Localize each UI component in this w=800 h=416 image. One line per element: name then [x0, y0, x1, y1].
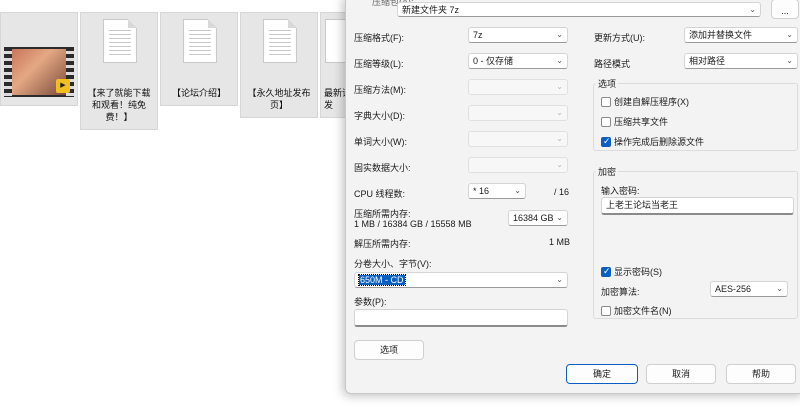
file-item-doc[interactable]: 【论坛介绍】 [160, 12, 238, 106]
chevron-down-icon: ⌄ [556, 160, 563, 169]
chevron-down-icon: ⌄ [556, 56, 563, 65]
level-label: 压缩等级(L): [354, 59, 404, 69]
chevron-down-icon: ⌄ [786, 56, 793, 65]
encrypt-names-checkbox-row[interactable]: 加密文件名(N) [601, 304, 672, 317]
solid-label: 固实数据大小: [354, 163, 411, 173]
solid-combo[interactable]: ⌄ [468, 157, 568, 173]
archive-name-combo[interactable]: 新建文件夹 7z ⌄ [397, 2, 761, 17]
params-input[interactable] [354, 309, 568, 327]
word-label: 单词大小(W): [354, 137, 407, 147]
add-to-archive-dialog: 压缩包(A): 新建文件夹 7z ⌄ ... 压缩格式(F): 7z ⌄ 压缩等级… [345, 0, 800, 394]
chevron-down-icon: ⌄ [556, 213, 563, 222]
help-button[interactable]: 帮助 [726, 364, 796, 384]
password-input[interactable]: 上老王论坛当老王 [601, 197, 794, 215]
file-item-doc[interactable]: 【永久地址发布页】 [240, 12, 318, 118]
sfx-checkbox[interactable] [601, 96, 611, 107]
encryption-method-label: 加密算法: [601, 287, 640, 297]
file-item-doc[interactable]: 【来了就能下载和观看！纯免费！】 [80, 12, 158, 130]
update-mode-combo[interactable]: 添加并替换文件 ⌄ [684, 27, 798, 43]
chevron-down-icon: ⌄ [556, 82, 563, 91]
path-mode-label: 路径模式 [594, 59, 631, 69]
dict-combo[interactable]: ⌄ [468, 105, 568, 121]
shared-files-checkbox-row[interactable]: 压缩共享文件 [601, 115, 668, 128]
split-size-combo[interactable]: 650M - CD ⌄ [354, 272, 568, 288]
browse-button[interactable]: ... [771, 0, 799, 19]
update-label: 更新方式(U): [594, 33, 645, 43]
encryption-method-combo[interactable]: AES-256 ⌄ [710, 281, 788, 297]
chevron-down-icon: ⌄ [749, 5, 756, 14]
folder-badge-icon: ▶ [56, 79, 70, 93]
split-label: 分卷大小、字节(V): [354, 259, 432, 269]
chevron-down-icon: ⌄ [556, 134, 563, 143]
delete-source-checkbox-row[interactable]: 操作完成后删除源文件 [601, 135, 704, 148]
options-group-title: 选项 [596, 77, 619, 90]
method-combo[interactable]: ⌄ [468, 79, 568, 95]
level-combo[interactable]: 0 - 仅存储 ⌄ [468, 53, 568, 69]
show-password-checkbox[interactable] [601, 266, 611, 277]
delete-source-checkbox[interactable] [601, 136, 611, 147]
video-thumbnail: ▶ [1, 13, 79, 97]
sfx-checkbox-row[interactable]: 创建自解压程序(X) [601, 95, 689, 108]
document-icon [183, 19, 217, 63]
options-button[interactable]: 选项 [354, 340, 424, 360]
video-icon: ▶ [4, 47, 74, 97]
mem-compress-detail: 1 MB / 16384 GB / 15558 MB [354, 219, 472, 229]
format-combo[interactable]: 7z ⌄ [468, 27, 568, 43]
method-label: 压缩方法(M): [354, 85, 406, 95]
word-combo[interactable]: ⌄ [468, 131, 568, 147]
cancel-button[interactable]: 取消 [646, 364, 716, 384]
chevron-down-icon: ⌄ [556, 30, 563, 39]
file-name: 【来了就能下载和观看！纯免费！】 [87, 88, 151, 122]
chevron-down-icon: ⌄ [776, 284, 783, 293]
chevron-down-icon: ⌄ [556, 108, 563, 117]
encrypt-names-checkbox[interactable] [601, 305, 611, 316]
format-label: 压缩格式(F): [354, 33, 404, 43]
cpu-threads-combo[interactable]: * 16 ⌄ [468, 183, 526, 199]
ok-button[interactable]: 确定 [566, 364, 638, 384]
path-mode-combo[interactable]: 相对路径 ⌄ [684, 53, 798, 69]
file-name: 【永久地址发布页】 [247, 88, 311, 110]
params-label: 参数(P): [354, 297, 387, 307]
encryption-group-title: 加密 [596, 165, 619, 178]
mem-limit-combo[interactable]: 16384 GB ⌄ [508, 210, 568, 226]
cpu-label: CPU 线程数: [354, 189, 406, 199]
chevron-down-icon: ⌄ [514, 186, 521, 195]
mem-decompress-value: 1 MB [549, 237, 571, 247]
document-icon [103, 19, 137, 63]
file-item-video[interactable]: ▶ z [0, 12, 78, 106]
file-explorer: ▶ z 【来了就能下载和观看！纯免费！】 【论坛介绍】 [0, 0, 360, 416]
file-name: 【论坛介绍】 [171, 88, 226, 98]
dict-label: 字典大小(D): [354, 111, 405, 121]
chevron-down-icon: ⌄ [556, 275, 563, 284]
cpu-total: / 16 [554, 187, 570, 197]
document-icon [263, 19, 297, 63]
shared-files-checkbox[interactable] [601, 116, 611, 127]
chevron-down-icon: ⌄ [786, 30, 793, 39]
mem-decompress-label: 解压所需内存: [354, 239, 411, 249]
password-label: 输入密码: [601, 186, 640, 196]
show-password-checkbox-row[interactable]: 显示密码(S) [601, 265, 662, 278]
